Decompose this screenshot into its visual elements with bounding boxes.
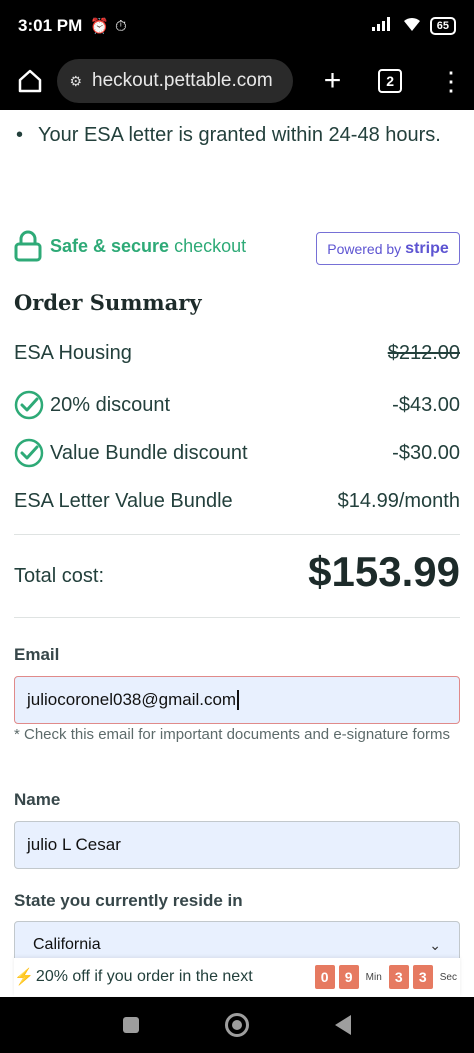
state-value: California	[33, 936, 101, 953]
divider	[14, 534, 460, 535]
item-label: ESA Housing	[14, 342, 132, 364]
item-amount: -$43.00	[392, 393, 460, 416]
tab-switcher-button[interactable]: 2	[378, 69, 402, 93]
order-row-letter-bundle: ESA Letter Value Bundle $14.99/month	[14, 490, 460, 513]
powered-by-text: Powered by	[327, 240, 402, 257]
wifi-icon	[402, 16, 422, 37]
total-cost-label: Total cost:	[14, 565, 105, 587]
state-label: State you currently reside in	[14, 891, 243, 910]
bullet-dot: •	[16, 124, 24, 146]
status-right: 65	[371, 16, 456, 37]
email-label: Email	[14, 645, 60, 664]
secure-rest-text: checkout	[174, 235, 247, 256]
lightning-icon: ⚡	[14, 969, 34, 986]
item-amount: $212.00	[387, 342, 460, 364]
check-circle-icon	[14, 390, 44, 420]
address-bar[interactable]: ⚙ heckout.pettable.com	[57, 59, 293, 103]
home-icon	[18, 69, 41, 93]
item-label: ESA Letter Value Bundle	[14, 490, 233, 512]
status-bar: 3:01 PM ⏰ ⏱ 65	[0, 0, 474, 52]
promo-timer-bar: ⚡ 20% off if you order in the next 0 9 M…	[14, 958, 460, 996]
bullet-text: Your ESA letter is granted within 24-48 …	[38, 124, 441, 146]
timer-digit: 3	[412, 965, 433, 989]
powered-by-stripe-badge[interactable]: Powered by stripe	[316, 232, 460, 265]
alarm-clock-icon: ⏰	[90, 18, 109, 35]
home-circle-icon[interactable]	[225, 1013, 249, 1037]
email-hint: * Check this email for important documen…	[14, 726, 451, 743]
total-cost-value: $153.99	[308, 548, 460, 595]
url-text: heckout.pettable.com	[92, 70, 273, 91]
chevron-down-icon: ⌄	[429, 936, 441, 953]
text-cursor	[237, 690, 239, 710]
new-tab-button[interactable]: +	[315, 66, 351, 96]
order-summary-title: Order Summary	[14, 290, 202, 315]
site-settings-icon[interactable]: ⚙	[69, 73, 82, 90]
info-bullet: • Your ESA letter is granted within 24-4…	[16, 118, 456, 152]
home-button[interactable]	[10, 61, 49, 101]
timer-digit: 3	[388, 965, 409, 989]
back-triangle-icon[interactable]	[335, 1015, 351, 1035]
name-label: Name	[14, 790, 61, 809]
stripe-logo: stripe	[405, 239, 449, 257]
item-label: 20% discount	[50, 393, 171, 416]
promo-text: 20% off if you order in the next	[35, 968, 253, 985]
order-row-discount: 20% discount -$43.00	[14, 390, 460, 420]
item-label: Value Bundle discount	[50, 441, 248, 464]
name-field[interactable]: julio L Cesar	[14, 821, 460, 869]
alarm-icon: ⏱	[114, 17, 127, 35]
system-nav-bar	[0, 997, 474, 1053]
item-amount: -$30.00	[392, 441, 460, 464]
secure-checkout-label: Safe & secure checkout	[14, 230, 246, 262]
timer-digit: 9	[338, 965, 359, 989]
countdown-timer: 0 9 Min 3 3 Sec	[314, 965, 460, 989]
secure-bold-text: Safe & secure	[50, 235, 170, 256]
check-circle-icon	[14, 438, 44, 468]
timer-sec-label: Sec	[439, 971, 457, 983]
timer-min-label: Min	[365, 971, 382, 983]
signal-icon	[371, 16, 394, 36]
timer-digit: 0	[314, 965, 335, 989]
order-row-esa-housing: ESA Housing $212.00	[14, 342, 460, 365]
email-field[interactable]: juliocoronel038@gmail.com	[14, 676, 460, 724]
browser-toolbar: ⚙ heckout.pettable.com + 2 ⋮	[0, 52, 474, 110]
browser-menu-button[interactable]: ⋮	[438, 68, 464, 94]
email-value: juliocoronel038@gmail.com	[27, 690, 237, 709]
status-time: 3:01 PM	[18, 16, 83, 35]
order-row-bundle-discount: Value Bundle discount -$30.00	[14, 438, 460, 468]
item-amount: $14.99/month	[337, 490, 460, 512]
divider	[14, 617, 460, 618]
recents-icon[interactable]	[123, 1017, 139, 1033]
name-value: julio L Cesar	[27, 835, 121, 854]
battery-indicator: 65	[429, 17, 456, 35]
lock-icon	[14, 230, 42, 262]
